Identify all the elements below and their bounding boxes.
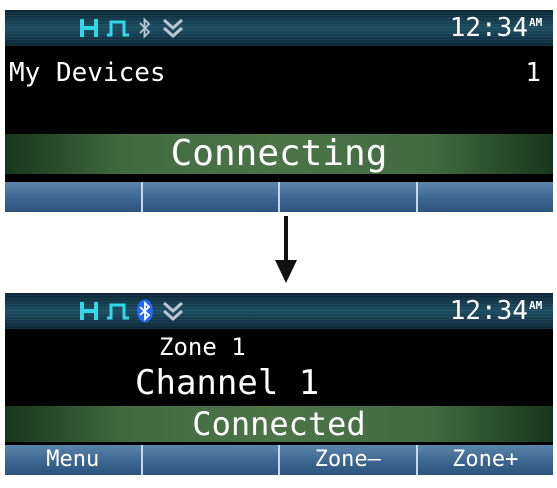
clock: 12:34AM [449,296,543,326]
clock-ampm: AM [529,299,543,312]
status-bar: 12:34AM [5,293,553,329]
pulse-icon [107,303,129,320]
softkey-bar: Menu Zone– Zone+ [5,445,553,475]
arrow-down-icon [275,216,297,283]
channel-label: Channel 1 [135,363,320,403]
connection-status-banner: Connecting [5,134,553,174]
device-count: 1 [525,58,541,88]
softkey-4[interactable] [418,182,554,212]
softkey-bar [5,182,553,212]
h-icon [80,302,98,320]
softkey-zone-down[interactable]: Zone– [280,445,418,475]
radio-screen-connected: 12:34AM Zone 1 Channel 1 Connected Menu … [5,293,553,475]
clock: 12:34AM [449,13,543,43]
zone-label: Zone 1 [159,333,246,361]
softkey-2[interactable] [143,445,280,475]
connection-status-banner: Connected [5,406,553,442]
clock-time: 12:34 [449,296,528,326]
softkey-2[interactable] [143,182,280,212]
bluetooth-icon [139,17,151,39]
radio-screen-connecting: 12:34AM My Devices 1 Connecting [5,10,553,212]
softkey-1[interactable] [5,182,143,212]
h-icon [80,19,98,37]
status-bar: 12:34AM [5,10,553,46]
page-title: My Devices [9,58,166,88]
softkey-menu[interactable]: Menu [5,445,143,475]
pulse-icon [107,20,129,37]
clock-time: 12:34 [449,13,528,43]
softkey-zone-up[interactable]: Zone+ [418,445,554,475]
bluetooth-connected-icon [137,299,153,323]
softkey-3[interactable] [280,182,418,212]
clock-ampm: AM [529,16,543,29]
signal-chevron-icon [163,18,183,39]
signal-chevron-icon [163,301,183,322]
